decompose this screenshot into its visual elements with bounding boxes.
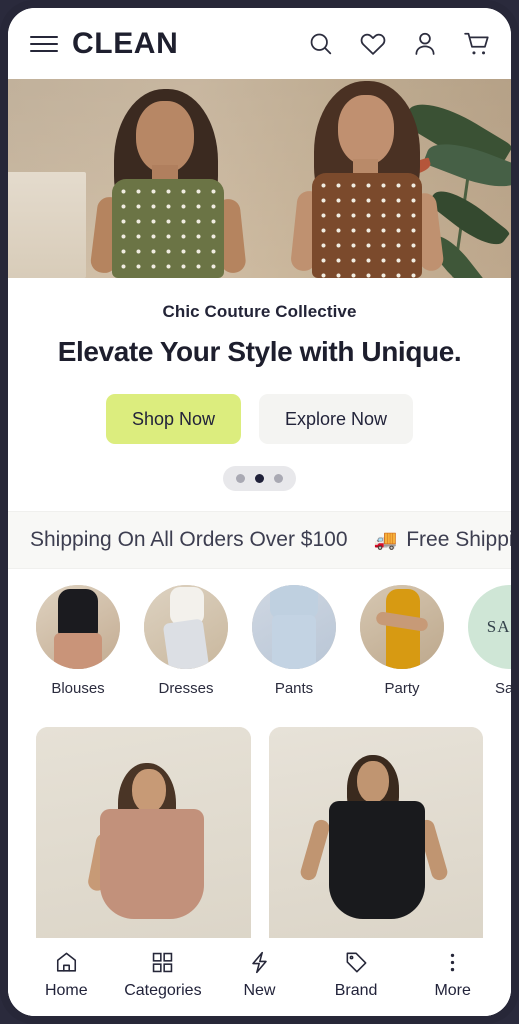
category-item-sale[interactable]: SALE Sale (468, 585, 511, 697)
app-header: CLEAN (8, 8, 511, 79)
pants-thumb (252, 585, 336, 670)
marquee-text: Shipping On All Orders Over $100 (30, 528, 348, 552)
nav-item-new[interactable]: New (211, 950, 308, 999)
hero-action-row: Shop Now Explore Now (22, 394, 497, 445)
explore-now-button[interactable]: Explore Now (259, 394, 414, 445)
carousel-dots (223, 466, 296, 492)
cart-icon[interactable] (463, 30, 491, 58)
hamburger-line (30, 42, 58, 45)
party-thumb (360, 585, 444, 670)
thumb-garment (58, 589, 98, 638)
nav-label: Categories (124, 981, 202, 999)
model-face (338, 95, 394, 165)
model-polka-top (312, 173, 422, 278)
carousel-dot[interactable] (274, 474, 283, 484)
nav-item-home[interactable]: Home (18, 950, 115, 999)
thumb-garment (270, 585, 318, 620)
category-label: Pants (274, 680, 314, 698)
bottom-navigation-bar: Home Categories New Brand More (8, 938, 511, 1016)
hero-banner-image[interactable] (8, 79, 511, 278)
thumb-garment (162, 618, 210, 670)
dresses-thumb (144, 585, 228, 670)
marquee-item: Shipping On All Orders Over $100 (30, 528, 348, 552)
shop-now-button[interactable]: Shop Now (105, 394, 241, 445)
hero-model-olive (86, 79, 272, 278)
hero-title: Elevate Your Style with Unique. (57, 336, 462, 367)
account-icon[interactable] (411, 30, 439, 58)
thumb-garment (272, 615, 316, 670)
nav-label: Home (44, 981, 88, 999)
phone-frame: CLEAN Chic Couture Collective Elevate Yo… (0, 0, 519, 1024)
tag-icon (344, 950, 369, 975)
search-icon[interactable] (307, 30, 335, 58)
hero-eyebrow: Chic Couture Collective (162, 302, 357, 321)
nav-label: More (434, 981, 471, 999)
nav-item-more[interactable]: More (404, 950, 501, 999)
grid-icon (150, 950, 175, 975)
home-icon (54, 950, 79, 975)
model-face (136, 101, 194, 173)
marquee-text: Free Shipping (406, 528, 511, 552)
marquee-item: 🚚 Free Shipping (374, 528, 511, 552)
product-model-dress (328, 801, 425, 920)
model-polka-top (112, 179, 224, 278)
category-label: Blouses (51, 680, 105, 698)
category-label: Dresses (158, 680, 214, 698)
category-strip[interactable]: Blouses Dresses Pants Party SA Sa (8, 569, 511, 708)
category-label: Party (384, 680, 420, 698)
hero-wall-block (8, 172, 86, 278)
shipping-marquee-bar: Shipping On All Orders Over $100 🚚 Free … (8, 511, 511, 570)
category-item-party[interactable]: Party (360, 585, 444, 697)
category-item-dresses[interactable]: Dresses (144, 585, 228, 697)
nav-label: Brand (334, 981, 378, 999)
hero-model-brown (289, 79, 466, 278)
category-item-pants[interactable]: Pants (252, 585, 336, 697)
truck-icon: 🚚 (373, 530, 398, 552)
product-model-face (356, 761, 389, 804)
app-screen: CLEAN Chic Couture Collective Elevate Yo… (8, 8, 511, 1016)
nav-item-categories[interactable]: Categories (115, 950, 212, 999)
sale-badge-text: SALE (486, 617, 511, 637)
nav-label: New (243, 981, 276, 999)
category-item-blouses[interactable]: Blouses (36, 585, 120, 697)
product-model-dress (100, 809, 204, 920)
hamburger-line (30, 35, 58, 38)
carousel-dot[interactable] (236, 474, 245, 484)
thumb-garment (54, 633, 102, 670)
more-vertical-icon (440, 950, 465, 975)
polka-dot-pattern (312, 173, 422, 278)
brand-logo[interactable]: CLEAN (72, 28, 178, 59)
marquee-track: Shipping On All Orders Over $100 🚚 Free … (8, 528, 511, 552)
sale-thumb: SALE (468, 585, 511, 670)
product-model-face (132, 769, 166, 814)
polka-dot-pattern (112, 179, 224, 278)
wishlist-icon[interactable] (359, 30, 387, 58)
lightning-bolt-icon (247, 950, 272, 975)
hamburger-line (30, 49, 58, 52)
blouses-thumb (36, 585, 120, 670)
hamburger-menu-icon[interactable] (30, 34, 58, 54)
category-label: Sale (494, 680, 511, 698)
hero-copy-block: Chic Couture Collective Elevate Your Sty… (8, 278, 511, 512)
carousel-dot-active[interactable] (255, 474, 264, 484)
header-icon-group (307, 30, 491, 58)
nav-item-brand[interactable]: Brand (308, 950, 405, 999)
